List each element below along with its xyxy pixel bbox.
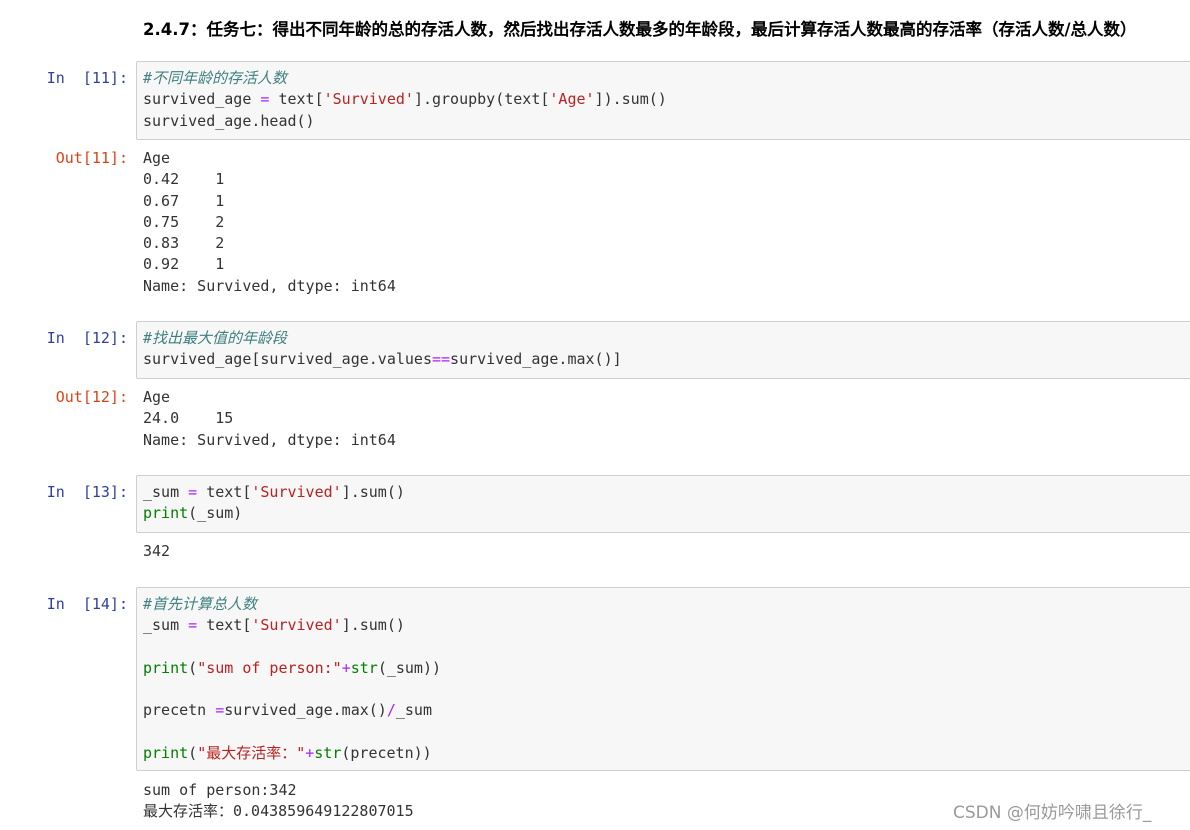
code-line: #首先计算总人数 bbox=[143, 595, 258, 613]
code-line: survived_age.head() bbox=[143, 111, 315, 130]
section-heading: 2.4.7：任务七：得出不同年龄的总的存活人数，然后找出存活人数最多的年龄段，最… bbox=[143, 20, 1137, 39]
output-line: sum of person:342 bbox=[143, 781, 297, 799]
output-line: 0.92 1 bbox=[143, 255, 225, 274]
output-line: 342 bbox=[143, 542, 171, 560]
output-line: 0.42 1 bbox=[143, 170, 225, 189]
code-line: _sum = text['Survived'].sum() bbox=[143, 483, 405, 501]
watermark: CSDN @何妨吟啸且徐行_ bbox=[953, 803, 1152, 823]
out-prompt-12: Out[12]: bbox=[55, 388, 128, 406]
output-11: Age 0.42 1 0.67 1 0.75 2 0.83 2 0.92 1 N… bbox=[143, 148, 396, 297]
code-line: #找出最大值的年龄段 bbox=[143, 329, 288, 347]
in-prompt-14: In [14]: bbox=[46, 595, 128, 613]
output-line: 0.83 2 bbox=[143, 234, 225, 253]
code-cell-14[interactable]: #首先计算总人数 _sum = text['Survived'].sum() p… bbox=[136, 587, 1190, 771]
in-prompt-12: In [12]: bbox=[46, 329, 128, 347]
code-line: print("最大存活率："+str(precetn)) bbox=[143, 744, 432, 763]
output-line: Name: Survived, dtype: int64 bbox=[143, 430, 396, 449]
output-line: 最大存活率：0.043859649122807015 bbox=[143, 802, 414, 821]
output-12: Age 24.0 15 Name: Survived, dtype: int64 bbox=[143, 387, 396, 451]
code-line: #不同年龄的存活人数 bbox=[143, 69, 288, 87]
out-prompt-11: Out[11]: bbox=[55, 149, 128, 167]
output-13: 342 bbox=[143, 541, 170, 562]
output-line: 0.75 2 bbox=[143, 212, 225, 231]
code-cell-11[interactable]: #不同年龄的存活人数 survived_age = text['Survived… bbox=[136, 61, 1190, 140]
code-line: print("sum of person:"+str(_sum)) bbox=[143, 658, 442, 677]
in-prompt-11: In [11]: bbox=[46, 69, 128, 87]
code-line: survived_age = text['Survived'].groupby(… bbox=[143, 90, 667, 109]
code-cell-12[interactable]: #找出最大值的年龄段 survived_age[survived_age.val… bbox=[136, 321, 1190, 379]
output-line: Name: Survived, dtype: int64 bbox=[143, 276, 396, 295]
in-prompt-13: In [13]: bbox=[46, 483, 128, 501]
output-line: 0.67 1 bbox=[143, 191, 225, 210]
output-line: 24.0 15 bbox=[143, 409, 234, 428]
output-line: Age bbox=[143, 388, 171, 406]
code-cell-13[interactable]: _sum = text['Survived'].sum() print(_sum… bbox=[136, 475, 1190, 533]
output-14: sum of person:342 最大存活率：0.04385964912280… bbox=[143, 780, 414, 823]
output-line: Age bbox=[143, 149, 171, 167]
code-line: print(_sum) bbox=[143, 504, 243, 523]
code-line: survived_age[survived_age.values==surviv… bbox=[143, 350, 622, 369]
code-line: _sum = text['Survived'].sum() bbox=[143, 616, 405, 635]
code-line: precetn =survived_age.max()/_sum bbox=[143, 701, 432, 720]
